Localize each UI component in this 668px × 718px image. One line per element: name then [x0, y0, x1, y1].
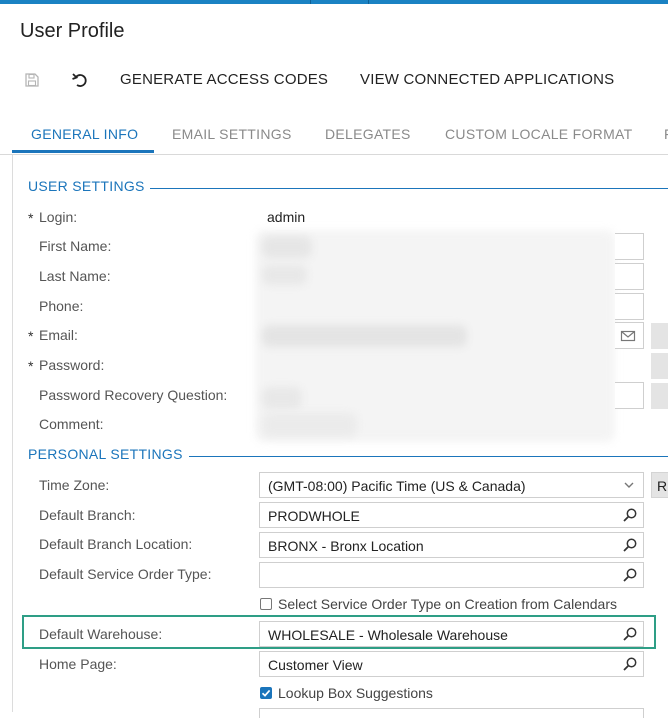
toolbar: GENERATE ACCESS CODES VIEW CONNECTED APP… — [0, 64, 668, 96]
email-label: Email: — [39, 327, 78, 343]
default-branch-label: Default Branch: — [39, 507, 136, 523]
first-name-label: First Name: — [39, 238, 112, 254]
time-zone-label: Time Zone: — [39, 477, 110, 493]
search-icon[interactable] — [622, 656, 638, 672]
section-divider — [189, 456, 668, 457]
redacted-text — [262, 236, 312, 258]
next-field-partial[interactable] — [259, 708, 644, 718]
section-divider — [150, 188, 668, 189]
undo-icon[interactable] — [70, 70, 90, 90]
user-settings-header: USER SETTINGS — [28, 178, 145, 194]
default-branch-value: PRODWHOLE — [268, 508, 360, 524]
recovery-side-button[interactable] — [651, 383, 668, 409]
password-label: Password: — [39, 357, 105, 373]
top-strip — [0, 0, 668, 4]
login-label: Login: — [39, 209, 78, 225]
phone-label: Phone: — [39, 298, 84, 314]
last-name-label: Last Name: — [39, 268, 111, 284]
top-strip-divider — [310, 0, 311, 4]
required-marker: * — [28, 210, 34, 226]
personal-settings-header: PERSONAL SETTINGS — [28, 446, 183, 462]
login-value: admin — [267, 209, 306, 225]
view-connected-applications-button[interactable]: VIEW CONNECTED APPLICATIONS — [360, 71, 614, 88]
tab-bar: GENERAL INFO EMAIL SETTINGS DELEGATES CU… — [0, 112, 668, 155]
required-marker: * — [28, 358, 34, 374]
search-icon[interactable] — [622, 537, 638, 553]
chevron-down-icon[interactable] — [622, 478, 638, 494]
tab-truncated[interactable]: F — [664, 126, 668, 142]
email-field[interactable] — [615, 322, 644, 349]
check-icon — [261, 689, 271, 697]
default-branch-location-value: BRONX - Bronx Location — [268, 538, 424, 554]
default-branch-field[interactable]: PRODWHOLE — [259, 502, 644, 528]
select-service-order-type-checkbox[interactable] — [260, 598, 272, 610]
default-service-order-type-label: Default Service Order Type: — [39, 566, 212, 582]
lookup-box-suggestions-label: Lookup Box Suggestions — [278, 685, 433, 701]
save-icon[interactable] — [22, 70, 42, 90]
generate-access-codes-button[interactable]: GENERATE ACCESS CODES — [120, 71, 328, 88]
home-page-value: Customer View — [268, 657, 363, 673]
highlight-frame — [22, 615, 656, 649]
page-title: User Profile — [20, 20, 125, 42]
search-icon[interactable] — [622, 567, 638, 583]
phone-field[interactable] — [615, 293, 644, 320]
time-zone-side-button-label: R — [657, 478, 668, 494]
active-tab-indicator — [12, 150, 154, 153]
last-name-field[interactable] — [615, 263, 644, 290]
home-page-field[interactable]: Customer View — [259, 651, 644, 677]
tab-custom-locale-format[interactable]: CUSTOM LOCALE FORMAT — [445, 126, 633, 142]
password-recovery-question-label: Password Recovery Question: — [39, 387, 228, 403]
lookup-box-suggestions-checkbox[interactable] — [260, 687, 272, 699]
email-side-button[interactable] — [651, 323, 668, 349]
time-zone-side-button[interactable]: R — [651, 472, 668, 498]
top-strip-divider — [368, 0, 369, 4]
redacted-text — [262, 413, 357, 437]
default-branch-location-field[interactable]: BRONX - Bronx Location — [259, 532, 644, 558]
home-page-label: Home Page: — [39, 656, 117, 672]
redacted-text — [262, 265, 307, 285]
tab-email-settings[interactable]: EMAIL SETTINGS — [172, 126, 292, 142]
tab-general-info[interactable]: GENERAL INFO — [31, 126, 138, 142]
tab-delegates[interactable]: DELEGATES — [325, 126, 411, 142]
redacted-text — [262, 325, 467, 347]
first-name-field[interactable] — [615, 233, 644, 260]
password-side-button[interactable] — [651, 353, 668, 379]
required-marker: * — [28, 328, 34, 344]
password-recovery-question-field[interactable] — [615, 382, 644, 409]
time-zone-select[interactable]: (GMT-08:00) Pacific Time (US & Canada) — [259, 472, 644, 498]
select-service-order-type-label: Select Service Order Type on Creation fr… — [278, 596, 618, 612]
comment-label: Comment: — [39, 416, 104, 432]
redacted-text — [262, 387, 302, 409]
time-zone-value: (GMT-08:00) Pacific Time (US & Canada) — [268, 478, 526, 494]
search-icon[interactable] — [622, 507, 638, 523]
mail-icon[interactable] — [620, 328, 636, 344]
default-branch-location-label: Default Branch Location: — [39, 536, 193, 552]
default-service-order-type-field[interactable] — [259, 562, 644, 588]
